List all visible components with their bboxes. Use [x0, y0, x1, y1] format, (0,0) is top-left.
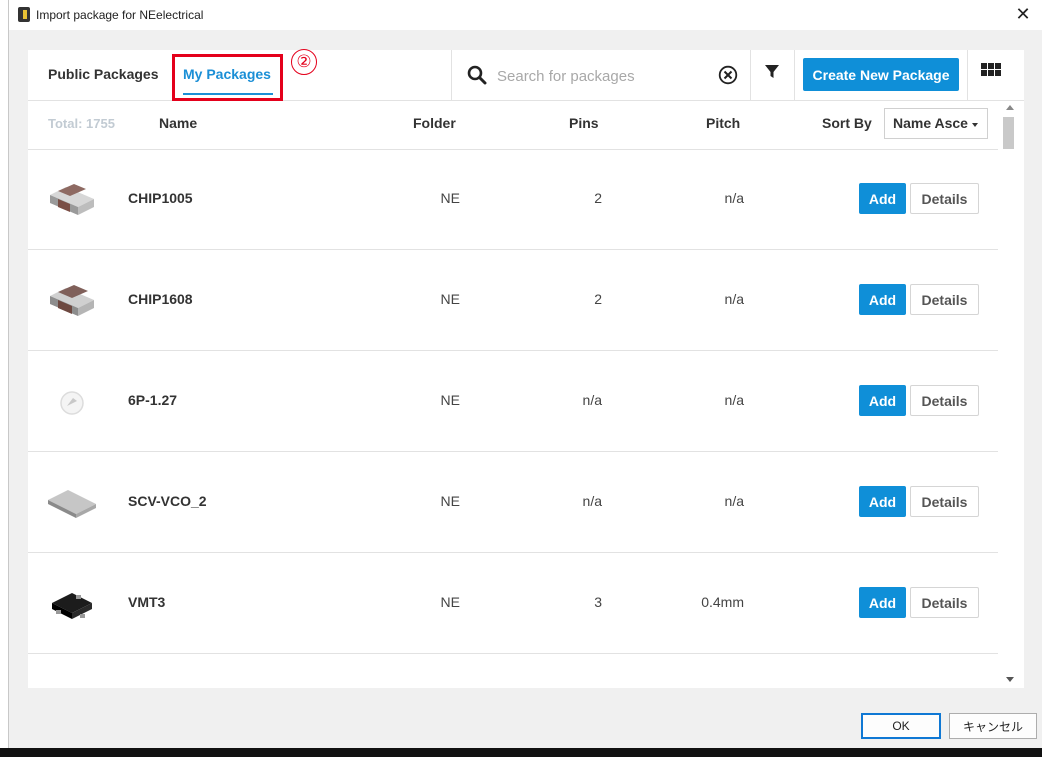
toolbar: Public Packages My Packages ② Create New… [28, 49, 1024, 101]
add-button[interactable]: Add [859, 284, 906, 315]
table-header: Total: 1755 Name Folder Pins Pitch Sort … [28, 101, 998, 150]
search-icon [467, 65, 487, 85]
create-new-package-button[interactable]: Create New Package [803, 58, 959, 91]
details-button[interactable]: Details [910, 587, 979, 618]
taskbar-edge [0, 748, 1042, 757]
package-pins: 2 [594, 190, 602, 206]
title-bar: Import package for NEelectrical ✕ [9, 0, 1042, 30]
placeholder-package-icon [60, 391, 84, 415]
details-button[interactable]: Details [910, 385, 979, 416]
sort-select-value: Name Asce [893, 115, 968, 131]
import-package-dialog: Import package for NEelectrical ✕ Public… [8, 0, 1042, 748]
cancel-button[interactable]: キャンセル [949, 713, 1037, 739]
add-button[interactable]: Add [859, 486, 906, 517]
package-folder: NE [440, 190, 460, 206]
ok-button[interactable]: OK [861, 713, 941, 739]
table-row: VMT3 NE 3 0.4mm Add Details [28, 553, 998, 654]
scroll-thumb[interactable] [1003, 117, 1014, 149]
vertical-scrollbar[interactable] [998, 101, 1024, 688]
scroll-up-icon[interactable] [1006, 105, 1014, 110]
table-row: CHIP1608 NE 2 n/a Add Details [28, 250, 998, 351]
toolbar-divider [750, 50, 751, 100]
package-pitch: n/a [724, 291, 744, 307]
package-pitch: 0.4mm [701, 594, 744, 610]
details-button[interactable]: Details [910, 486, 979, 517]
sort-by-label: Sort By [822, 115, 872, 131]
caret-down-icon [972, 123, 978, 127]
search-input[interactable] [495, 64, 709, 88]
package-browser-panel: Public Packages My Packages ② Create New… [28, 49, 1024, 688]
package-pitch: n/a [724, 493, 744, 509]
package-folder: NE [440, 291, 460, 307]
add-button[interactable]: Add [859, 587, 906, 618]
column-header-pins[interactable]: Pins [569, 115, 599, 131]
scroll-down-icon[interactable] [1006, 677, 1014, 682]
package-name: CHIP1608 [128, 291, 193, 307]
details-button[interactable]: Details [910, 183, 979, 214]
sort-select[interactable]: Name Asce [884, 108, 988, 139]
package-pins: 3 [594, 594, 602, 610]
tab-public-packages[interactable]: Public Packages [48, 66, 159, 82]
table-row: CHIP1005 NE 2 n/a Add Details [28, 149, 998, 250]
toolbar-divider [794, 50, 795, 100]
close-icon[interactable]: ✕ [1012, 3, 1034, 25]
toolbar-divider [451, 50, 452, 100]
column-header-name[interactable]: Name [159, 115, 197, 131]
toolbar-divider [967, 50, 968, 100]
column-header-folder[interactable]: Folder [413, 115, 456, 131]
flat-module-icon [48, 490, 96, 518]
total-count: Total: 1755 [48, 116, 115, 131]
window-title: Import package for NEelectrical [36, 8, 204, 22]
chip-resistor-icon [50, 184, 94, 215]
package-pins: 2 [594, 291, 602, 307]
table-row: 6P-1.27 NE n/a n/a Add Details [28, 351, 998, 452]
sot-package-icon [52, 593, 92, 619]
details-button[interactable]: Details [910, 284, 979, 315]
package-folder: NE [440, 392, 460, 408]
grid-view-icon[interactable] [981, 63, 1002, 84]
package-name: 6P-1.27 [128, 392, 178, 408]
app-icon [18, 7, 30, 22]
column-header-pitch[interactable]: Pitch [706, 115, 740, 131]
add-button[interactable]: Add [859, 183, 906, 214]
package-folder: NE [440, 594, 460, 610]
package-pins: n/a [582, 493, 602, 509]
table-row: SCV-VCO_2 NE n/a n/a Add Details [28, 452, 998, 553]
package-name: SCV-VCO_2 [128, 493, 207, 509]
chip-resistor-icon [50, 285, 94, 316]
package-folder: NE [440, 493, 460, 509]
package-pitch: n/a [724, 190, 744, 206]
filter-icon[interactable] [764, 64, 780, 80]
package-list: CHIP1005 NE 2 n/a Add Details CHIP1608 N… [28, 149, 998, 688]
annotation-step-number: ② [291, 49, 317, 75]
add-button[interactable]: Add [859, 385, 906, 416]
package-pitch: n/a [724, 392, 744, 408]
package-name: CHIP1005 [128, 190, 193, 206]
clear-search-icon[interactable] [718, 65, 738, 85]
package-name: VMT3 [128, 594, 166, 610]
package-pins: n/a [582, 392, 602, 408]
annotation-highlight-box [172, 54, 283, 101]
